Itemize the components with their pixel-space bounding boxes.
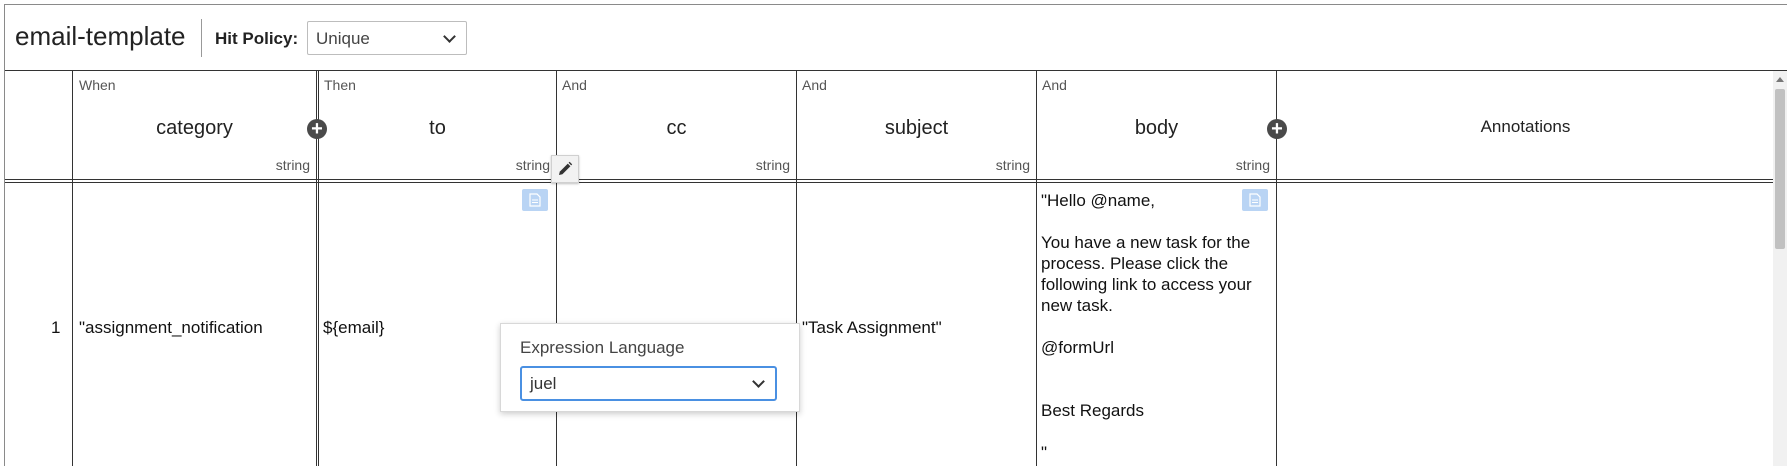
expression-doc-button[interactable]: [522, 189, 548, 211]
column-datatype: string: [1235, 157, 1270, 173]
document-icon: [529, 193, 541, 207]
column-type-label: And: [802, 77, 827, 93]
column-datatype: string: [995, 157, 1030, 173]
expression-language-value: juel: [530, 374, 557, 393]
expression-language-select[interactable]: juel: [520, 366, 777, 401]
header-row-divider: [5, 182, 1774, 183]
expression-doc-button[interactable]: [1242, 189, 1268, 211]
edit-column-button[interactable]: [551, 155, 579, 183]
scroll-up-arrow-icon[interactable]: [1776, 77, 1784, 82]
cell-body[interactable]: "Hello @name, You have a new task for th…: [1041, 190, 1266, 463]
table-grid: [5, 5, 1787, 466]
column-name: Annotations: [1480, 117, 1571, 136]
expression-language-label: Expression Language: [520, 338, 685, 357]
chevron-down-icon: [752, 375, 765, 388]
cell-to[interactable]: ${email}: [323, 318, 384, 338]
column-name: body: [1134, 117, 1179, 139]
header-row-divider: [5, 179, 1774, 180]
vertical-scrollbar[interactable]: [1773, 71, 1787, 466]
column-name: category: [156, 117, 233, 139]
column-datatype: string: [275, 157, 310, 173]
column-name: subject: [884, 117, 949, 139]
scrollbar-thumb[interactable]: [1775, 89, 1785, 249]
column-datatype: string: [515, 157, 550, 173]
pencil-icon: [559, 161, 573, 175]
cell-category[interactable]: "assignment_notification: [79, 318, 263, 338]
row-number: 1: [51, 318, 61, 337]
column-name: to: [429, 117, 446, 139]
column-type-label: And: [562, 77, 587, 93]
column-type-label: When: [79, 77, 116, 93]
column-type-label: And: [1042, 77, 1067, 93]
decision-table-frame: email-template Hit Policy: Unique When c…: [4, 4, 1787, 466]
document-icon: [1249, 193, 1261, 207]
column-type-label: Then: [324, 77, 356, 93]
column-name: cc: [666, 117, 687, 139]
column-datatype: string: [755, 157, 790, 173]
expression-language-popup: Expression Language juel: [500, 323, 800, 412]
cell-subject[interactable]: "Task Assignment": [802, 318, 942, 338]
